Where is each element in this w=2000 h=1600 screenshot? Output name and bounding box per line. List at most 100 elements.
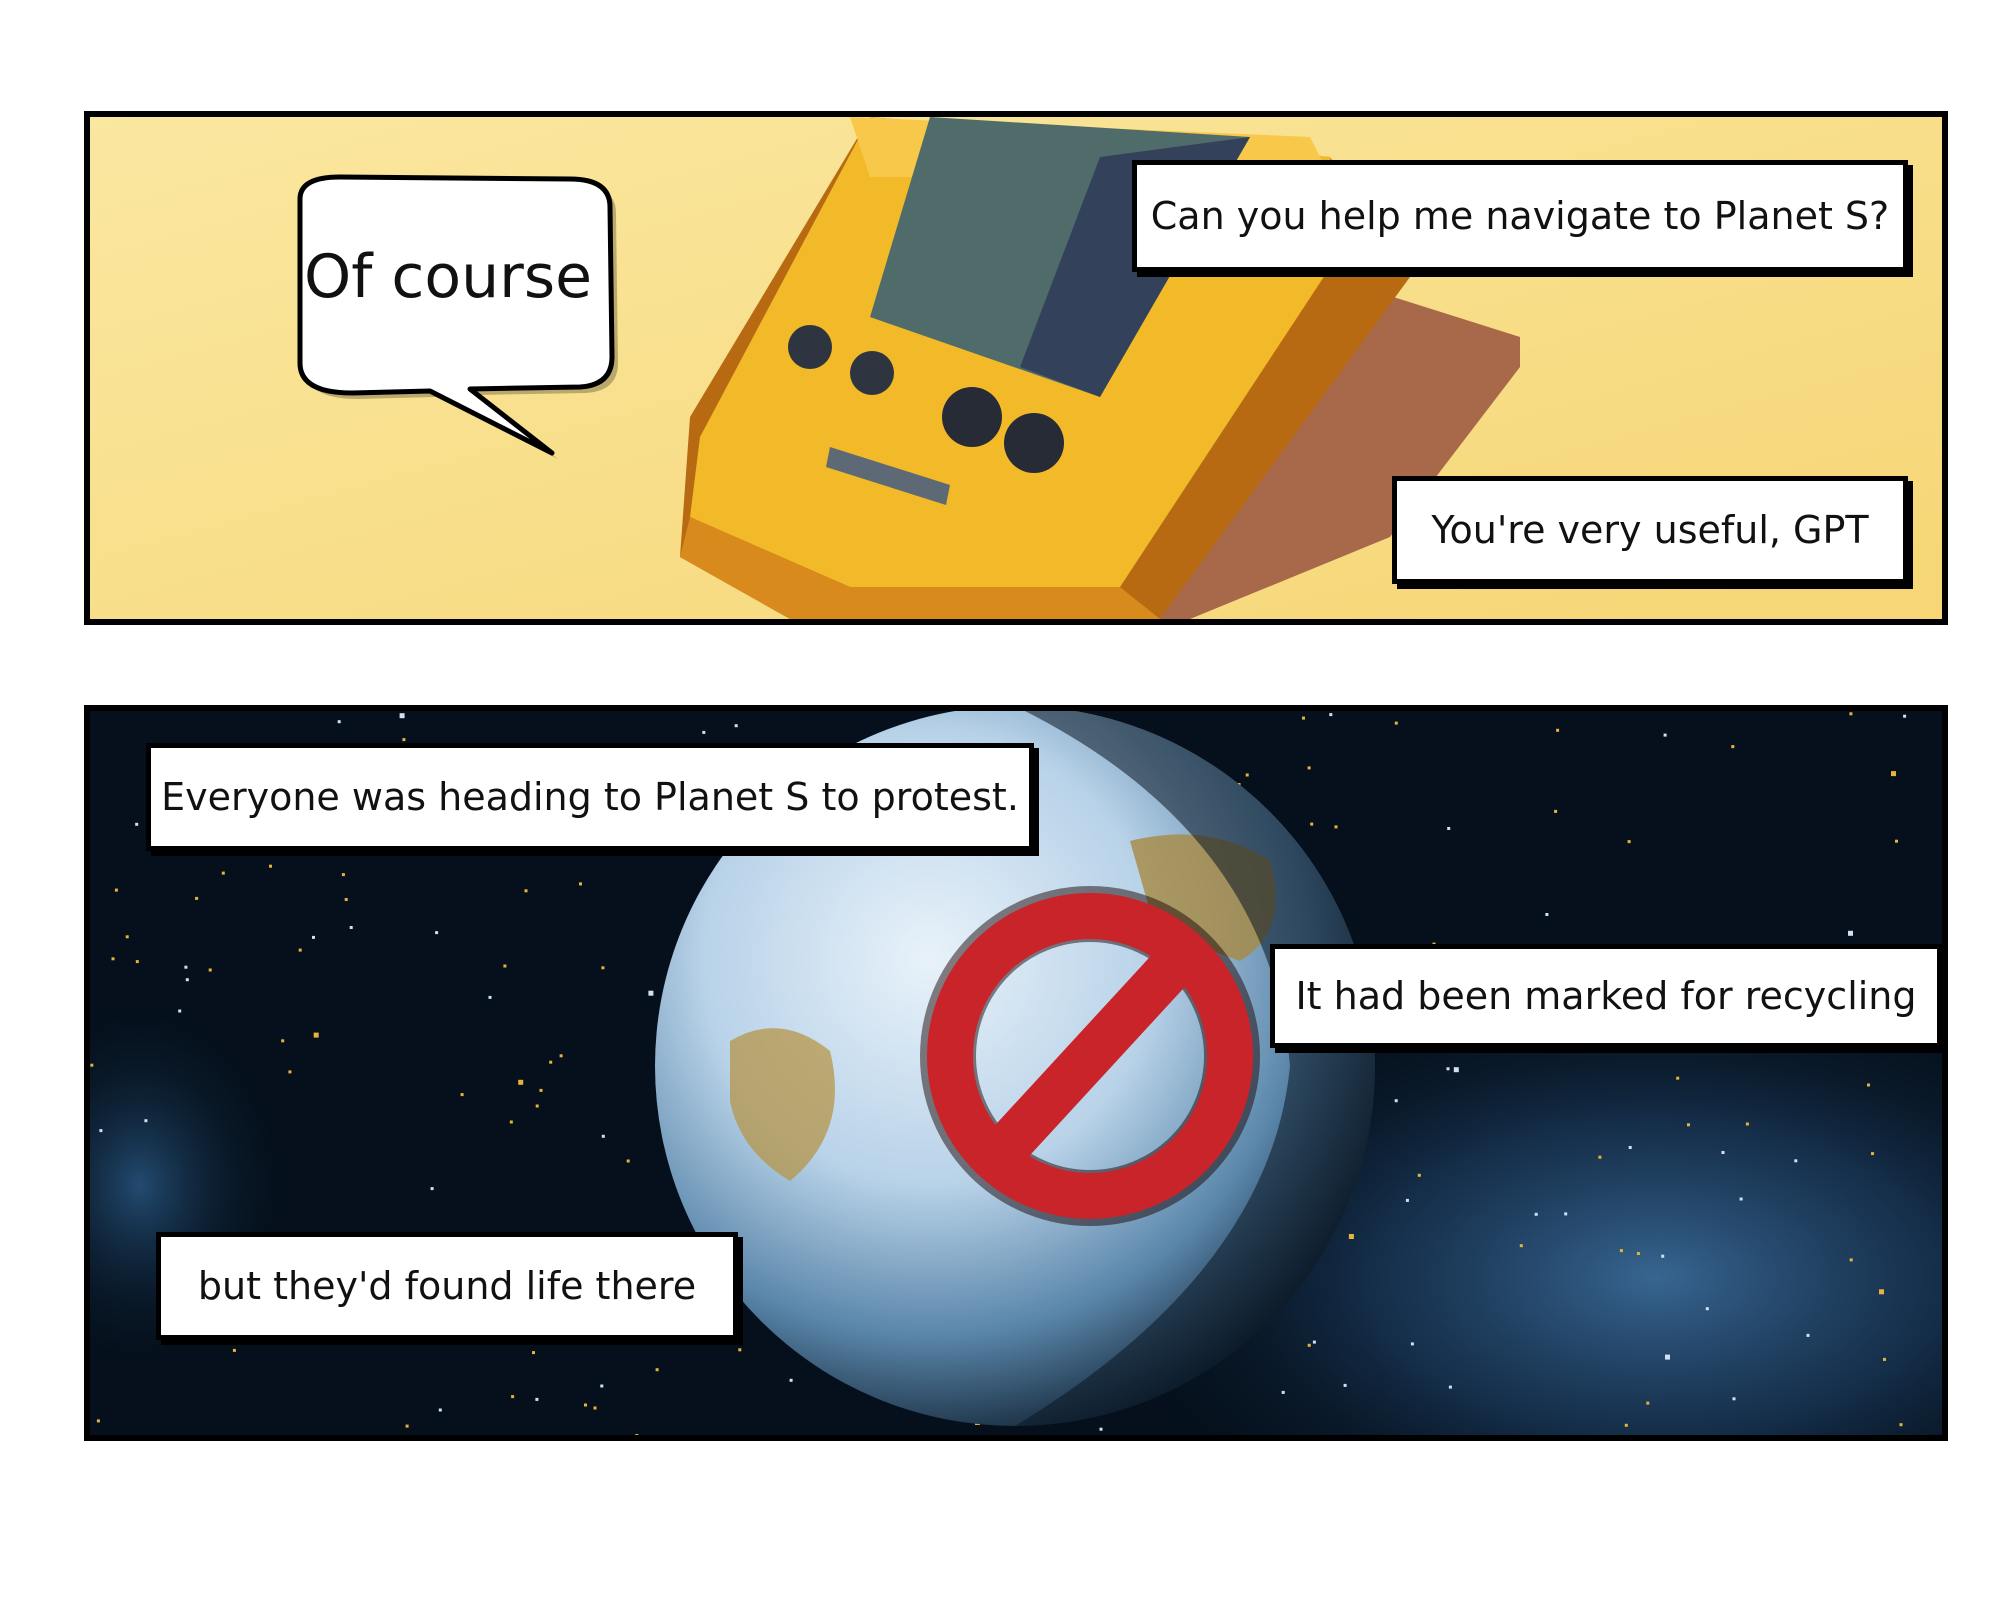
star <box>1687 1123 1690 1127</box>
small-button-right <box>850 351 894 395</box>
star <box>539 1088 543 1092</box>
star <box>1245 773 1249 777</box>
star <box>1564 1212 1568 1216</box>
star <box>626 1159 630 1163</box>
star <box>144 1119 148 1123</box>
star <box>655 1368 659 1372</box>
star <box>1556 728 1560 732</box>
star <box>1731 745 1735 749</box>
star <box>402 738 406 742</box>
star <box>1554 809 1558 813</box>
star <box>1307 1343 1311 1347</box>
star <box>532 1351 535 1355</box>
star <box>337 720 341 724</box>
star <box>648 990 654 996</box>
star <box>1348 1234 1354 1239</box>
star <box>341 873 345 877</box>
star <box>344 898 348 901</box>
star <box>1329 713 1333 717</box>
star <box>1646 1401 1650 1405</box>
star <box>1676 1076 1680 1080</box>
star <box>1099 1427 1103 1431</box>
star <box>1806 1333 1810 1337</box>
star <box>435 931 439 935</box>
star <box>488 995 492 999</box>
star <box>135 960 139 964</box>
small-button-left <box>788 325 832 369</box>
star <box>438 1408 442 1412</box>
star <box>185 978 189 982</box>
star <box>702 730 706 734</box>
star <box>1871 1152 1874 1156</box>
star <box>601 1134 605 1138</box>
star <box>1721 1151 1725 1154</box>
caption-heading-to-planet: Everyone was heading to Planet S to prot… <box>146 743 1034 851</box>
star <box>1405 1198 1409 1202</box>
caption-marked-recycling: It had been marked for recycling <box>1270 944 1942 1048</box>
star <box>178 1009 182 1013</box>
star <box>524 889 528 893</box>
star <box>1598 1155 1602 1159</box>
star <box>584 1403 587 1407</box>
star <box>600 1384 604 1388</box>
star <box>1394 721 1398 725</box>
star <box>232 1348 236 1352</box>
star <box>1745 1122 1749 1126</box>
action-button-a <box>942 387 1002 447</box>
star <box>1310 822 1314 826</box>
star <box>1624 1423 1628 1427</box>
star <box>1883 1357 1886 1361</box>
star <box>1343 1383 1347 1387</box>
star <box>509 1120 513 1124</box>
star <box>635 1434 639 1435</box>
star <box>1447 827 1451 830</box>
star <box>1417 1173 1421 1177</box>
star <box>1879 1289 1884 1295</box>
star <box>1899 1423 1903 1427</box>
star <box>1453 1067 1459 1073</box>
star <box>593 1406 597 1410</box>
star <box>503 964 507 968</box>
star <box>399 713 405 719</box>
star <box>1867 1083 1870 1087</box>
star <box>1849 1258 1853 1262</box>
star <box>1739 1197 1743 1201</box>
star <box>125 935 129 939</box>
star <box>269 864 272 868</box>
star <box>1732 1397 1736 1401</box>
caption-useful-gpt: You're very useful, GPT <box>1392 476 1908 584</box>
star <box>738 1348 742 1352</box>
star <box>281 1039 285 1043</box>
star <box>1895 839 1898 843</box>
star <box>349 926 353 929</box>
star <box>114 888 118 892</box>
star <box>298 948 302 952</box>
star <box>1312 1340 1316 1344</box>
star <box>430 1187 434 1191</box>
star <box>1794 1159 1798 1163</box>
star <box>288 1070 292 1074</box>
star <box>1636 1252 1640 1255</box>
star <box>99 1129 103 1133</box>
bottom-comic-panel: Everyone was heading to Planet S to prot… <box>84 705 1948 1441</box>
star <box>90 1063 94 1067</box>
star <box>221 871 225 875</box>
star <box>579 882 582 886</box>
star <box>1665 1354 1670 1360</box>
star <box>135 822 139 826</box>
star <box>111 957 115 961</box>
speech-bubble-text: Of course <box>304 242 592 312</box>
star <box>195 896 199 900</box>
star <box>789 1378 793 1382</box>
star <box>208 968 212 972</box>
action-button-b <box>1004 413 1064 473</box>
star <box>1627 840 1631 844</box>
star <box>1519 1244 1523 1248</box>
star <box>549 1060 553 1064</box>
star <box>1628 1146 1632 1149</box>
star <box>1661 1254 1665 1258</box>
star <box>511 1395 515 1399</box>
star <box>559 1054 563 1058</box>
caption-found-life: but they'd found life there <box>156 1232 738 1340</box>
star <box>1849 712 1853 716</box>
